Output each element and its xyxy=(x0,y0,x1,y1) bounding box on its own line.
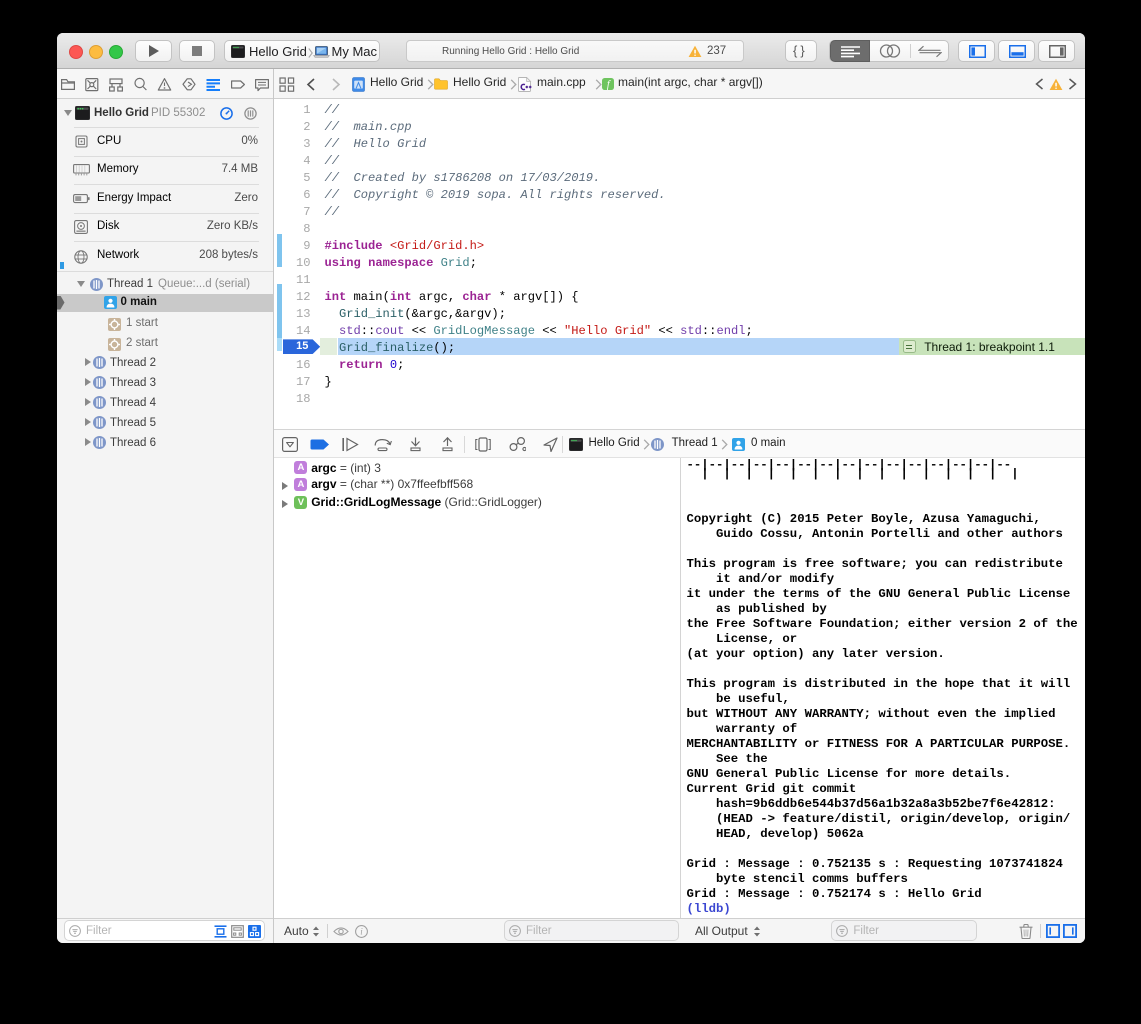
svg-text:i: i xyxy=(360,927,363,937)
